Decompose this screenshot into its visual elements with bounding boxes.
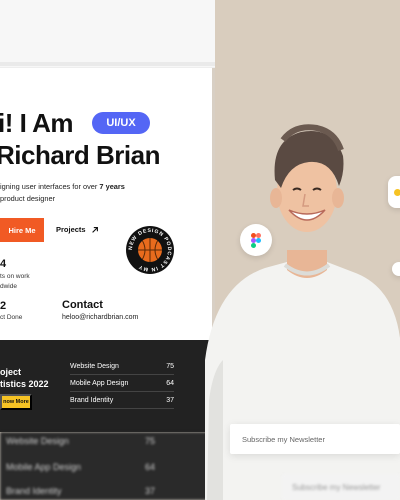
stat-label-awards: ts on work dwide: [0, 272, 40, 292]
stat-row-label: Mobile App Design: [70, 380, 129, 387]
projects-link-label: Projects: [56, 225, 86, 234]
stat-row-website: Website Design 75: [70, 359, 174, 375]
stat-row-label: Website Design: [70, 363, 119, 370]
side-tool-bubble[interactable]: [388, 176, 400, 208]
hero-title-line1: i! I Am: [0, 108, 73, 138]
stat-label-awards-line1: ts on work: [0, 273, 30, 280]
stat-number-projects: 2: [0, 300, 7, 312]
desc-years: 7 years: [99, 182, 125, 191]
desc-line2: product designer: [0, 194, 56, 203]
project-stats-title-line2: tistics 2022: [0, 379, 49, 389]
stat-number-awards: 4: [0, 258, 7, 270]
stat-label-awards-line2: dwide: [0, 283, 17, 290]
projects-link[interactable]: Projects: [56, 225, 99, 234]
figma-icon: [251, 232, 261, 248]
newsletter-input-reflection: Subscribe my Newsletter: [282, 474, 400, 500]
desc-text: igning user interfaces for over: [0, 182, 100, 191]
side-tool-bubble-small[interactable]: [392, 262, 400, 276]
contact-title: Contact: [62, 299, 103, 311]
reflection-row-value: 75: [145, 436, 156, 446]
tool-dot-icon: [394, 188, 400, 196]
reflection-row-value: 64: [145, 462, 156, 472]
uiux-badge: UI/UX: [92, 112, 150, 134]
project-stats-title: oject tistics 2022: [0, 366, 49, 390]
header-divider: [0, 62, 215, 66]
stat-row-brand: Brand Identity 37: [70, 393, 174, 409]
stat-row-mobile: Mobile App Design 64: [70, 376, 174, 392]
newsletter-input[interactable]: Subscribe my Newsletter: [230, 424, 400, 454]
project-stats-title-line1: oject: [0, 367, 22, 377]
top-header-blur: [0, 0, 215, 68]
hero-description: igning user interfaces for over 7 years …: [0, 181, 140, 205]
stat-label-projects: ct Done: [0, 314, 23, 321]
figma-icon-bubble[interactable]: [240, 224, 272, 256]
hire-me-button[interactable]: Hire Me: [0, 218, 44, 242]
know-more-button[interactable]: now More: [0, 394, 32, 410]
reflection-row-value: 37: [145, 486, 156, 496]
stat-row-label: Brand Identity: [70, 397, 114, 404]
contact-email-link[interactable]: heloo@richardbrian.com: [62, 314, 138, 321]
arrow-up-right-icon: [91, 226, 98, 233]
stat-row-value: 37: [166, 397, 174, 404]
reflection-row-label: Brand Identity: [6, 486, 62, 496]
podcast-badge[interactable]: NEW DESIGN PODCAST IN MY: [126, 226, 174, 274]
reflection-row-label: Website Design: [6, 436, 69, 446]
hero-title-line2: Richard Brian: [0, 140, 161, 170]
stat-row-value: 64: [166, 380, 174, 387]
stat-row-value: 75: [166, 363, 174, 370]
reflection-row-label: Mobile App Design: [6, 462, 82, 472]
basketball-icon: [138, 238, 162, 262]
